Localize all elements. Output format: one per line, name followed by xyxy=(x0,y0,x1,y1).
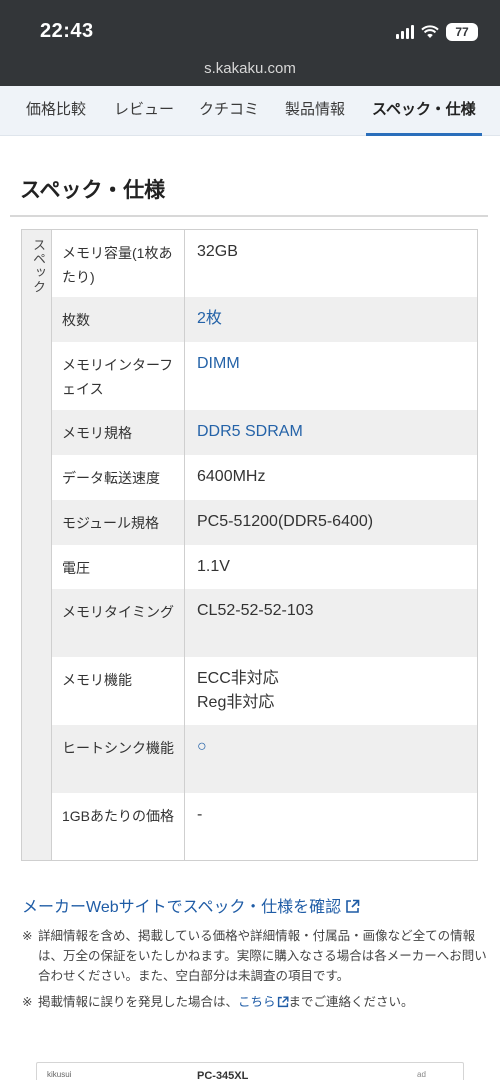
spec-row: 1GBあたりの価格 - xyxy=(52,793,477,860)
ad-product-text: PC-345XL xyxy=(197,1070,249,1080)
spec-value-link[interactable]: DDR5 SDRAM xyxy=(185,410,477,455)
spec-row: 枚数 2枚 xyxy=(52,297,477,342)
spec-row: メモリ容量(1枚あたり) 32GB xyxy=(52,230,477,297)
battery-icon: 77 xyxy=(446,23,478,41)
page-title: スペック・仕様 xyxy=(20,179,166,202)
maker-website-link[interactable]: メーカーWebサイトでスペック・仕様を確認 xyxy=(22,893,360,917)
spec-section-header: スペック xyxy=(22,230,52,860)
tab-specs[interactable]: スペック・仕様 xyxy=(366,86,482,136)
spec-row: メモリタイミング CL52-52-52-103 xyxy=(52,589,477,657)
error-report-text-end: までご連絡ください。 xyxy=(288,995,414,1009)
spec-row: メモリインターフェイス DIMM xyxy=(52,342,477,410)
external-link-icon xyxy=(277,996,289,1008)
status-bar: 22:43 77 s.kakaku.com xyxy=(0,0,500,86)
spec-row: データ転送速度 6400MHz xyxy=(52,455,477,500)
status-icons: 77 xyxy=(396,22,478,42)
error-report-text: 掲載情報に誤りを発見した場合は、 xyxy=(38,995,239,1009)
signal-icon xyxy=(396,25,414,39)
contact-link[interactable]: こちら xyxy=(238,995,289,1009)
spec-value: ECC非対応 Reg非対応 xyxy=(197,670,279,711)
title-divider xyxy=(10,215,488,217)
error-report-note: ※ 掲載情報に誤りを発見した場合は、こちら までご連絡ください。 xyxy=(22,992,490,1012)
spec-section-label: スペック xyxy=(31,238,46,294)
status-time: 22:43 xyxy=(40,20,94,42)
spec-label: 電圧 xyxy=(52,545,185,589)
spec-row: ヒートシンク機能 ○ xyxy=(52,725,477,793)
tab-price-comparison[interactable]: 価格比較 xyxy=(26,86,86,136)
wifi-icon xyxy=(421,25,439,38)
spec-row: 電圧 1.1V xyxy=(52,545,477,589)
ad-mark-text: ad xyxy=(417,1070,426,1079)
spec-value-link[interactable]: ○ xyxy=(185,725,477,793)
address-bar[interactable]: s.kakaku.com xyxy=(0,60,500,77)
external-link-icon xyxy=(346,899,360,913)
spec-value: CL52-52-52-103 xyxy=(197,602,314,619)
spec-table: スペック メモリ容量(1枚あたり) 32GB 枚数 2枚 メモリインターフェイス… xyxy=(21,229,478,861)
disclaimer-text: 詳細情報を含め、掲載している価格や詳細情報・付属品・画像など全ての情報は、万全の… xyxy=(38,929,487,983)
spec-value-link[interactable]: DIMM xyxy=(185,342,477,410)
spec-label: メモリ容量(1枚あたり) xyxy=(52,230,185,297)
spec-label: 1GBあたりの価格 xyxy=(52,793,185,860)
ad-banner[interactable]: kikusui PC-345XL ad xyxy=(36,1062,464,1080)
spec-value: PC5-51200(DDR5-6400) xyxy=(197,513,374,530)
spec-label: ヒートシンク機能 xyxy=(52,725,185,793)
tab-kuchikomi[interactable]: クチコミ xyxy=(199,86,259,136)
maker-website-link-label: メーカーWebサイトでスペック・仕様を確認 xyxy=(22,899,342,916)
spec-label: メモリ機能 xyxy=(52,657,185,725)
note-mark: ※ xyxy=(22,995,33,1009)
spec-label: メモリタイミング xyxy=(52,589,185,657)
note-mark: ※ xyxy=(22,929,33,943)
ad-brand-text: kikusui xyxy=(47,1070,72,1079)
spec-value: - xyxy=(197,806,203,823)
spec-value: 1.1V xyxy=(197,558,230,575)
spec-label: データ転送速度 xyxy=(52,455,185,500)
spec-value: 32GB xyxy=(197,243,238,260)
contact-link-label: こちら xyxy=(238,995,276,1009)
tab-reviews[interactable]: レビュー xyxy=(114,86,174,136)
tab-product-info[interactable]: 製品情報 xyxy=(285,86,345,136)
spec-label: モジュール規格 xyxy=(52,500,185,545)
spec-label: 枚数 xyxy=(52,297,185,342)
spec-label: メモリ規格 xyxy=(52,410,185,455)
spec-value: 6400MHz xyxy=(197,468,266,485)
spec-row: メモリ規格 DDR5 SDRAM xyxy=(52,410,477,455)
spec-row: メモリ機能 ECC非対応 Reg非対応 xyxy=(52,657,477,725)
disclaimer-note: ※ 詳細情報を含め、掲載している価格や詳細情報・付属品・画像など全ての情報は、万… xyxy=(22,926,490,986)
spec-label: メモリインターフェイス xyxy=(52,342,185,410)
tab-bar: 価格比較 レビュー クチコミ 製品情報 スペック・仕様 xyxy=(0,86,500,136)
spec-value-link[interactable]: 2枚 xyxy=(185,297,477,342)
spec-row: モジュール規格 PC5-51200(DDR5-6400) xyxy=(52,500,477,545)
